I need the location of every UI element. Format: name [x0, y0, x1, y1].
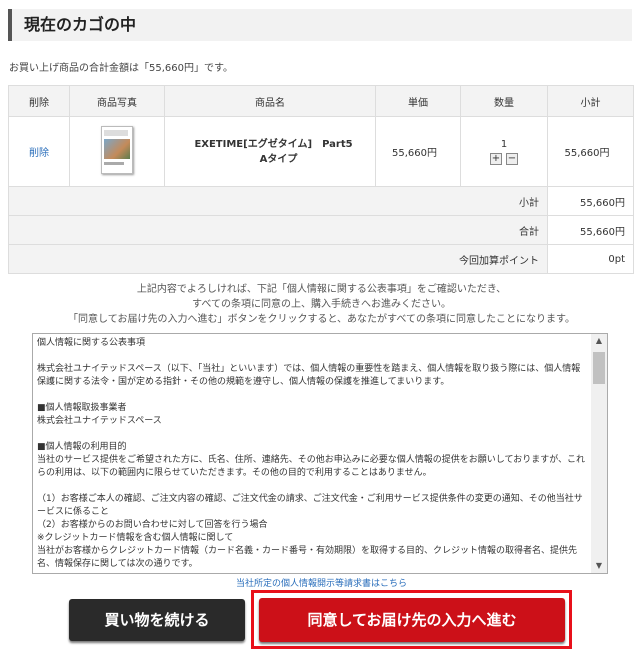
col-header-photo: 商品写真: [69, 85, 165, 117]
col-header-name: 商品名: [164, 85, 376, 117]
delete-link[interactable]: 削除: [29, 148, 49, 159]
col-header-price: 単価: [375, 85, 461, 117]
qty-minus-button[interactable]: −: [506, 152, 518, 165]
summary-value: 55,660円: [547, 186, 634, 216]
continue-shopping-button[interactable]: 買い物を続ける: [69, 599, 245, 641]
quantity-cell: 1 + −: [460, 116, 548, 187]
scroll-down-icon[interactable]: ▼: [591, 559, 607, 573]
summary-value: 55,660円: [547, 215, 634, 245]
privacy-policy-box[interactable]: 個人情報に関する公表事項 株式会社ユナイテッドスペース（以下、「当社」といいます…: [32, 333, 608, 574]
disclosure-request-link[interactable]: 当社所定の個人情報開示等請求書はこちら: [0, 576, 643, 589]
summary-row-points: 今回加算ポイント 0pt: [8, 244, 634, 274]
col-header-qty: 数量: [460, 85, 548, 117]
scroll-thumb[interactable]: [593, 352, 605, 384]
product-name: EXETIME[エグゼタイム] Part5 Aタイプ: [164, 116, 376, 187]
summary-row-subtotal: 小計 55,660円: [8, 186, 634, 216]
table-row: 削除 EXETIME[エグゼタイム] Part5 Aタイプ 55,660円 1 …: [8, 116, 634, 187]
qty-plus-button[interactable]: +: [490, 152, 502, 165]
summary-label: 今回加算ポイント: [8, 244, 548, 274]
summary-row-total: 合計 55,660円: [8, 215, 634, 245]
total-note: お買い上げ商品の合計金額は「55,660円」です。: [9, 63, 233, 74]
item-subtotal: 55,660円: [547, 116, 634, 187]
product-thumbnail[interactable]: [101, 126, 133, 174]
unit-price: 55,660円: [375, 116, 461, 187]
page-title: 現在のカゴの中: [8, 9, 632, 41]
delete-cell: 削除: [8, 116, 70, 187]
summary-value: 0pt: [547, 244, 634, 274]
scroll-up-icon[interactable]: ▲: [591, 334, 607, 348]
privacy-policy-text: 個人情報に関する公表事項 株式会社ユナイテッドスペース（以下、「当社」といいます…: [37, 338, 586, 569]
summary-label: 合計: [8, 215, 548, 245]
quantity-value: 1: [500, 138, 508, 150]
instructions: 上記内容でよろしければ、下記「個人情報に関する公表事項」をご確認いただき、 すべ…: [68, 284, 575, 325]
photo-cell: [69, 116, 165, 187]
col-header-subtotal: 小計: [547, 85, 634, 117]
cart-table: 削除 商品写真 商品名 単価 数量 小計 削除 EXETIME[エグゼタイム] …: [8, 85, 634, 274]
policy-scrollbar[interactable]: ▲ ▼: [591, 334, 607, 573]
agree-proceed-button[interactable]: 同意してお届け先の入力へ進む: [259, 598, 565, 642]
summary-label: 小計: [8, 186, 548, 216]
table-header-row: 削除 商品写真 商品名 単価 数量 小計: [8, 85, 634, 117]
col-header-delete: 削除: [8, 85, 70, 117]
